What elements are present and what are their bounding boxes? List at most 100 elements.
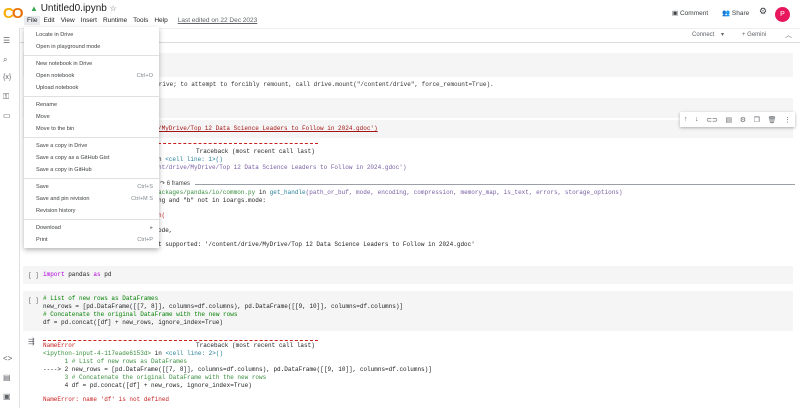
menu-item-download[interactable]: Download ▸ [36, 225, 153, 231]
shortcut: Ctrl+O [136, 73, 153, 79]
menu-tools[interactable]: Tools [130, 16, 151, 25]
left-rail: ☰ ⌕ {x} ⚿ ▭ <> ▤ ▣ [0, 28, 20, 408]
menu-view[interactable]: View [58, 16, 78, 25]
label: Move to the bin [36, 126, 75, 132]
colab-logo[interactable]: CO [3, 5, 23, 22]
label: Save and pin revision [36, 196, 90, 202]
error-input: <ipython-input-4-117eade6153d> [43, 350, 152, 357]
cell-1-output: t/drive; to attempt to forcibly remount,… [148, 81, 494, 88]
secrets-icon[interactable]: ⚿ [3, 92, 9, 102]
label: New notebook in Drive [36, 61, 93, 67]
cell-toolbar: ↑ ↓ ⊂⊃ ▤ ⚙ ❐ 🗑 ⋮ [680, 112, 795, 127]
title-text: Untitled0.ipynb [40, 3, 107, 14]
label: Rename [36, 102, 58, 108]
label: Save [36, 184, 49, 190]
menu-item-print[interactable]: Print Ctrl+P [36, 237, 153, 243]
code-snippets-icon[interactable]: <> [3, 354, 12, 363]
move-up-icon[interactable]: ↑ [684, 116, 688, 123]
share-label: Share [731, 10, 750, 17]
traceback-line: nt/drive/MyDrive/Top 12 Data Science Lea… [158, 164, 407, 171]
gemini-label: Gemini [747, 32, 767, 38]
menu-item-revision-history[interactable]: Revision history [36, 208, 153, 214]
menu-item-rename[interactable]: Rename [36, 102, 153, 108]
error-cell-ref: <cell line: 2>() [165, 350, 224, 357]
link-icon[interactable]: ⊂⊃ [706, 116, 718, 124]
menu-item-save-copy-drive[interactable]: Save a copy in Drive [36, 143, 153, 149]
error-text: in [151, 350, 166, 357]
connect-button[interactable]: Connect [692, 32, 714, 38]
cell-settings-icon[interactable]: ⚙ [740, 116, 746, 124]
last-edited-link[interactable]: Last edited on 22 Dec 2023 [175, 16, 261, 25]
settings-icon[interactable]: ⚙ [759, 6, 767, 17]
menu-item-locate-in-drive[interactable]: Locate in Drive [36, 32, 153, 38]
traceback-line: t supported: '/content/drive/MyDrive/Top… [158, 241, 475, 248]
code-cell-concat[interactable]: [ ] # List of new rows as DataFrames new… [23, 291, 793, 331]
star-icon[interactable]: ☆ [110, 4, 117, 13]
code-line: new_rows = [pd.DataFrame([[7, 8]], colum… [43, 303, 404, 310]
menubar: File Edit View Insert Runtime Tools Help… [24, 16, 260, 25]
gemini-button[interactable]: + Gemini [742, 32, 766, 38]
menu-runtime[interactable]: Runtime [100, 16, 130, 25]
tb-cell-ref: <cell line: 1>() [165, 156, 223, 163]
share-icon: 👥 [722, 10, 731, 17]
menu-item-new-notebook[interactable]: New notebook in Drive [36, 61, 153, 67]
menu-item-save-github[interactable]: Save a copy in GitHub [36, 167, 153, 173]
connect-dropdown-icon[interactable]: ▾ [721, 31, 724, 38]
menu-file[interactable]: File [24, 16, 41, 25]
code-line: # List of new rows as DataFrames [43, 295, 159, 302]
menu-item-save-gist[interactable]: Save a copy as a GitHub Gist [36, 155, 153, 161]
error-line: 1 # List of new rows as DataFrames [43, 358, 188, 365]
avatar[interactable]: P [775, 7, 790, 22]
menu-item-save[interactable]: Save Ctrl+S [36, 184, 153, 190]
label: Revision history [36, 208, 76, 214]
cell-3-code: /MyDrive/Top 12 Data Science Leaders to … [158, 125, 378, 132]
notebook-title[interactable]: ▲ Untitled0.ipynb ☆ [30, 3, 117, 14]
search-icon[interactable]: ⌕ [3, 55, 7, 65]
error-line: <ipython-input-4-117eade6153d> in <cell … [43, 350, 223, 358]
mirror-cell-icon[interactable]: ❐ [754, 116, 760, 124]
command-palette-icon[interactable]: ▤ [3, 373, 11, 382]
error-traceback-header: Traceback (most recent call last) [196, 342, 315, 349]
label: Open notebook [36, 73, 75, 79]
menu-edit[interactable]: Edit [40, 16, 57, 25]
move-down-icon[interactable]: ↓ [695, 116, 699, 123]
code-line: df = pd.concat([df] + new_rows, ignore_i… [43, 319, 224, 326]
menu-insert[interactable]: Insert [78, 16, 100, 25]
code-cell-import[interactable]: [ ] import pandas as pd [23, 266, 793, 284]
code-line: # Concatenate the original DataFrame wit… [43, 311, 238, 318]
tb-text: in [255, 189, 270, 196]
menu-item-move-to-bin[interactable]: Move to the bin [36, 126, 153, 132]
terminal-icon[interactable]: ▣ [3, 392, 11, 401]
menu-help[interactable]: Help [151, 16, 170, 25]
collapse-icon[interactable]: ︿ [785, 30, 792, 40]
error-line: 4 df = pd.concat([df] + new_rows, ignore… [43, 382, 252, 389]
traceback-line: ackages/pandas/io/common.py in get_handl… [158, 189, 623, 197]
shortcut: Ctrl+M S [131, 196, 153, 202]
label: Save a copy in GitHub [36, 167, 92, 173]
error-message: NameError: name 'df' is not defined [43, 396, 170, 403]
menu-item-open-notebook[interactable]: Open notebook Ctrl+O [36, 73, 153, 79]
more-icon[interactable]: ⋮ [784, 116, 791, 124]
share-button[interactable]: 👥 Share [722, 9, 749, 17]
cell-code: import pandas as pd [43, 271, 112, 278]
frames-toggle[interactable]: ↷ 6 frames [160, 180, 190, 187]
label: Move [36, 114, 50, 120]
comment-button[interactable]: ▣ Comment [672, 9, 708, 17]
menu-item-move[interactable]: Move [36, 114, 153, 120]
drive-icon: ▲ [30, 4, 38, 13]
menu-item-save-pin[interactable]: Save and pin revision Ctrl+M S [36, 196, 153, 202]
run-button[interactable]: [ ] [28, 297, 39, 304]
file-menu: Locate in Drive Open in playground mode … [24, 27, 159, 248]
comment-cell-icon[interactable]: ▤ [725, 116, 732, 124]
menu-item-playground[interactable]: Open in playground mode [36, 44, 153, 50]
frames-label: 6 frames [166, 181, 191, 187]
shortcut: Ctrl+P [137, 237, 153, 243]
menu-item-upload-notebook[interactable]: Upload notebook [36, 85, 153, 91]
toc-icon[interactable]: ☰ [3, 36, 10, 45]
run-button[interactable]: [ ] [28, 272, 39, 279]
variables-icon[interactable]: {x} [3, 74, 11, 81]
traceback-line: ode, [158, 227, 173, 234]
output-toggle-icon[interactable]: ⇶ [28, 337, 35, 346]
files-icon[interactable]: ▭ [3, 111, 11, 120]
delete-icon[interactable]: 🗑 [768, 116, 777, 124]
